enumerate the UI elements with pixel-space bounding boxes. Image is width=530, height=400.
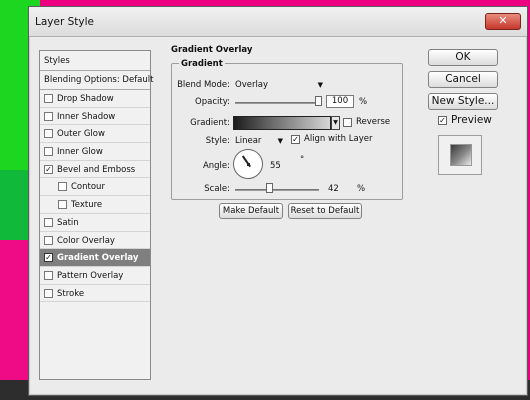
style-item-checkbox[interactable] — [44, 288, 53, 298]
style-item[interactable]: Contour — [40, 178, 150, 197]
title-bar[interactable]: Layer Style ✕ — [29, 7, 527, 37]
style-item-label: Gradient Overlay — [57, 253, 139, 264]
cancel-button[interactable]: Cancel — [428, 71, 498, 88]
style-item[interactable]: Drop Shadow — [40, 90, 150, 108]
layer-style-dialog: Layer Style ✕ Styles Blending Options: D… — [28, 6, 528, 396]
style-item-label: Bevel and Emboss — [57, 164, 136, 175]
style-value: Linear — [235, 136, 262, 146]
style-item-label: Contour — [71, 182, 105, 193]
style-item-label: Pattern Overlay — [57, 270, 124, 281]
opacity-label: Opacity: — [195, 97, 230, 107]
style-preview-swatch — [450, 144, 472, 166]
style-preview-box — [438, 135, 482, 175]
style-item[interactable]: Inner Shadow — [40, 108, 150, 126]
style-item-checkbox[interactable] — [44, 217, 53, 227]
style-item-label: Inner Shadow — [57, 111, 116, 122]
style-label: Style: — [205, 136, 230, 146]
opacity-slider-track[interactable] — [235, 102, 319, 104]
style-item[interactable]: Satin — [40, 214, 150, 232]
style-item-label: Satin — [57, 217, 79, 228]
reverse-label: Reverse — [356, 117, 391, 127]
section-title: Gradient Overlay — [171, 45, 253, 55]
group-title: Gradient — [179, 59, 225, 69]
style-item[interactable]: Color Overlay — [40, 232, 150, 250]
chevron-down-icon: ▼ — [317, 81, 323, 89]
opacity-input[interactable]: 100 — [326, 95, 354, 108]
blending-options-item[interactable]: Blending Options: Default — [40, 71, 153, 90]
style-item[interactable]: Pattern Overlay — [40, 267, 150, 285]
scale-label: Scale: — [204, 184, 230, 194]
align-with-layer-label: Align with Layer — [304, 134, 373, 144]
dialog-title: Layer Style — [35, 16, 94, 28]
gradient-swatch[interactable] — [233, 116, 331, 130]
style-item[interactable]: Texture — [40, 196, 150, 214]
scale-input[interactable]: 42 — [328, 184, 339, 194]
style-item-label: Inner Glow — [57, 147, 103, 158]
style-item-checkbox[interactable] — [44, 270, 53, 280]
style-item-checkbox[interactable] — [44, 111, 53, 121]
gradient-picker-button[interactable]: ▼ — [331, 116, 340, 130]
style-item-checkbox[interactable] — [44, 147, 53, 157]
style-item-label: Color Overlay — [57, 235, 115, 246]
style-item-label: Stroke — [57, 288, 85, 299]
close-button[interactable]: ✕ — [485, 13, 521, 30]
style-item[interactable]: ✓ Gradient Overlay — [40, 249, 150, 267]
opacity-slider-thumb[interactable] — [315, 96, 322, 106]
close-icon: ✕ — [498, 14, 508, 27]
angle-label: Angle: — [202, 161, 230, 171]
style-item-label: Outer Glow — [57, 129, 105, 140]
chevron-down-icon: ▼ — [277, 137, 283, 145]
style-item-label: Drop Shadow — [57, 94, 114, 104]
style-item-checkbox[interactable]: ✓ — [44, 164, 53, 174]
style-item-checkbox[interactable] — [44, 94, 53, 103]
chevron-down-icon: ▼ — [333, 119, 338, 126]
style-item-checkbox[interactable] — [44, 235, 53, 245]
opacity-unit: % — [359, 97, 368, 107]
style-item[interactable]: Inner Glow — [40, 143, 150, 161]
scale-slider-track[interactable] — [235, 189, 319, 191]
ok-button[interactable]: OK — [428, 49, 498, 66]
style-item-checkbox[interactable] — [44, 129, 53, 139]
angle-unit: ° — [300, 155, 305, 165]
style-item-checkbox[interactable] — [58, 182, 67, 192]
style-item-label: Texture — [71, 200, 103, 211]
angle-dial-center — [247, 163, 250, 166]
reverse-checkbox[interactable] — [343, 118, 352, 127]
style-item[interactable]: ✓ Bevel and Emboss — [40, 161, 150, 179]
style-item-checkbox[interactable]: ✓ — [44, 253, 53, 263]
blend-mode-label: Blend Mode: — [177, 80, 230, 90]
preview-checkbox[interactable]: ✓ — [438, 116, 447, 125]
style-item-checkbox[interactable] — [58, 200, 67, 210]
make-default-button[interactable]: Make Default — [219, 203, 283, 219]
scale-slider-thumb[interactable] — [266, 183, 274, 193]
align-with-layer-checkbox[interactable]: ✓ — [291, 135, 300, 144]
blend-mode-value: Overlay — [235, 80, 269, 90]
style-item[interactable]: Stroke — [40, 285, 150, 303]
new-style-button[interactable]: New Style... — [428, 93, 498, 110]
preview-label: Preview — [451, 114, 492, 126]
gradient-label: Gradient: — [190, 118, 230, 128]
angle-dial[interactable] — [233, 149, 263, 179]
reset-to-default-button[interactable]: Reset to Default — [288, 203, 362, 219]
angle-input[interactable]: 55 — [270, 161, 281, 171]
styles-header[interactable]: Styles — [40, 51, 150, 71]
style-select[interactable]: Linear ▼ — [233, 134, 285, 148]
style-item[interactable]: Outer Glow — [40, 125, 150, 144]
styles-list: Styles Blending Options: Default Drop Sh… — [39, 50, 153, 380]
blend-mode-select[interactable]: Overlay ▼ — [233, 78, 325, 92]
scale-unit: % — [357, 184, 366, 194]
